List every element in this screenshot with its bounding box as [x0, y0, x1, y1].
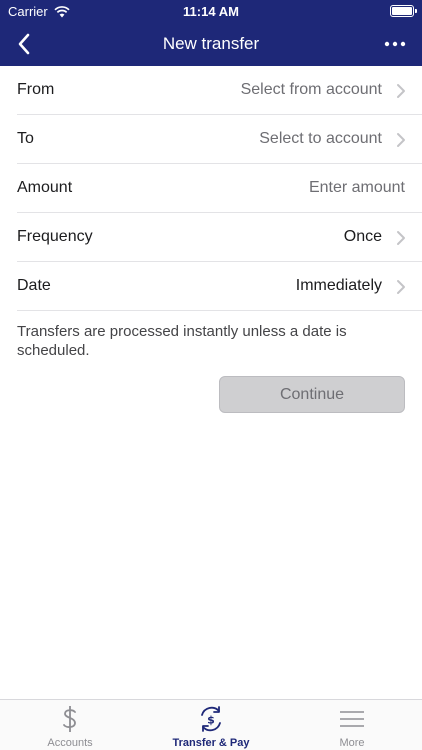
ellipsis-icon: [384, 41, 406, 47]
from-account-value: Select from account: [240, 81, 382, 98]
svg-text:$: $: [207, 714, 215, 727]
chevron-right-icon: [397, 231, 405, 245]
date-row[interactable]: Date Immediately: [17, 262, 422, 311]
status-bar: Carrier 11:14 AM: [0, 0, 422, 22]
amount-input[interactable]: Enter amount: [309, 179, 405, 197]
frequency-row[interactable]: Frequency Once: [17, 213, 422, 262]
to-account-row[interactable]: To Select to account: [17, 115, 422, 164]
chevron-right-icon: [397, 133, 405, 147]
tab-accounts[interactable]: Accounts: [0, 700, 140, 750]
from-account-row[interactable]: From Select from account: [17, 66, 422, 115]
to-label: To: [17, 130, 34, 147]
back-button[interactable]: [10, 30, 38, 58]
tab-transfer-pay-label: Transfer & Pay: [172, 737, 250, 749]
date-value: Immediately: [295, 277, 382, 294]
status-time: 11:14 AM: [183, 4, 239, 19]
amount-label: Amount: [17, 179, 73, 196]
chevron-right-icon: [397, 280, 405, 294]
frequency-label: Frequency: [17, 228, 93, 245]
tab-more-label: More: [339, 737, 365, 749]
dollar-icon: [0, 705, 140, 733]
to-account-value: Select to account: [259, 130, 382, 147]
battery-icon: [390, 5, 417, 17]
chevron-right-icon: [397, 84, 405, 98]
tab-accounts-label: Accounts: [47, 737, 93, 749]
from-label: From: [17, 81, 55, 98]
nav-bar: New transfer: [0, 22, 422, 66]
tab-bar: Accounts $ Transfer & Pay More: [0, 699, 422, 750]
info-text: Transfers are processed instantly unless…: [17, 323, 347, 359]
transfer-form: From Select from account To Select to ac…: [0, 66, 422, 311]
tab-transfer-pay[interactable]: $ Transfer & Pay: [141, 700, 281, 750]
menu-icon: [282, 705, 422, 733]
more-button[interactable]: [382, 32, 408, 56]
frequency-value: Once: [343, 228, 382, 245]
transfer-icon: $: [141, 705, 281, 733]
continue-button[interactable]: Continue: [219, 376, 405, 413]
amount-row[interactable]: Amount Enter amount: [17, 164, 422, 213]
date-label: Date: [17, 277, 51, 294]
page-title: New transfer: [162, 34, 260, 53]
tab-more[interactable]: More: [282, 700, 422, 750]
chevron-left-icon: [18, 33, 30, 55]
